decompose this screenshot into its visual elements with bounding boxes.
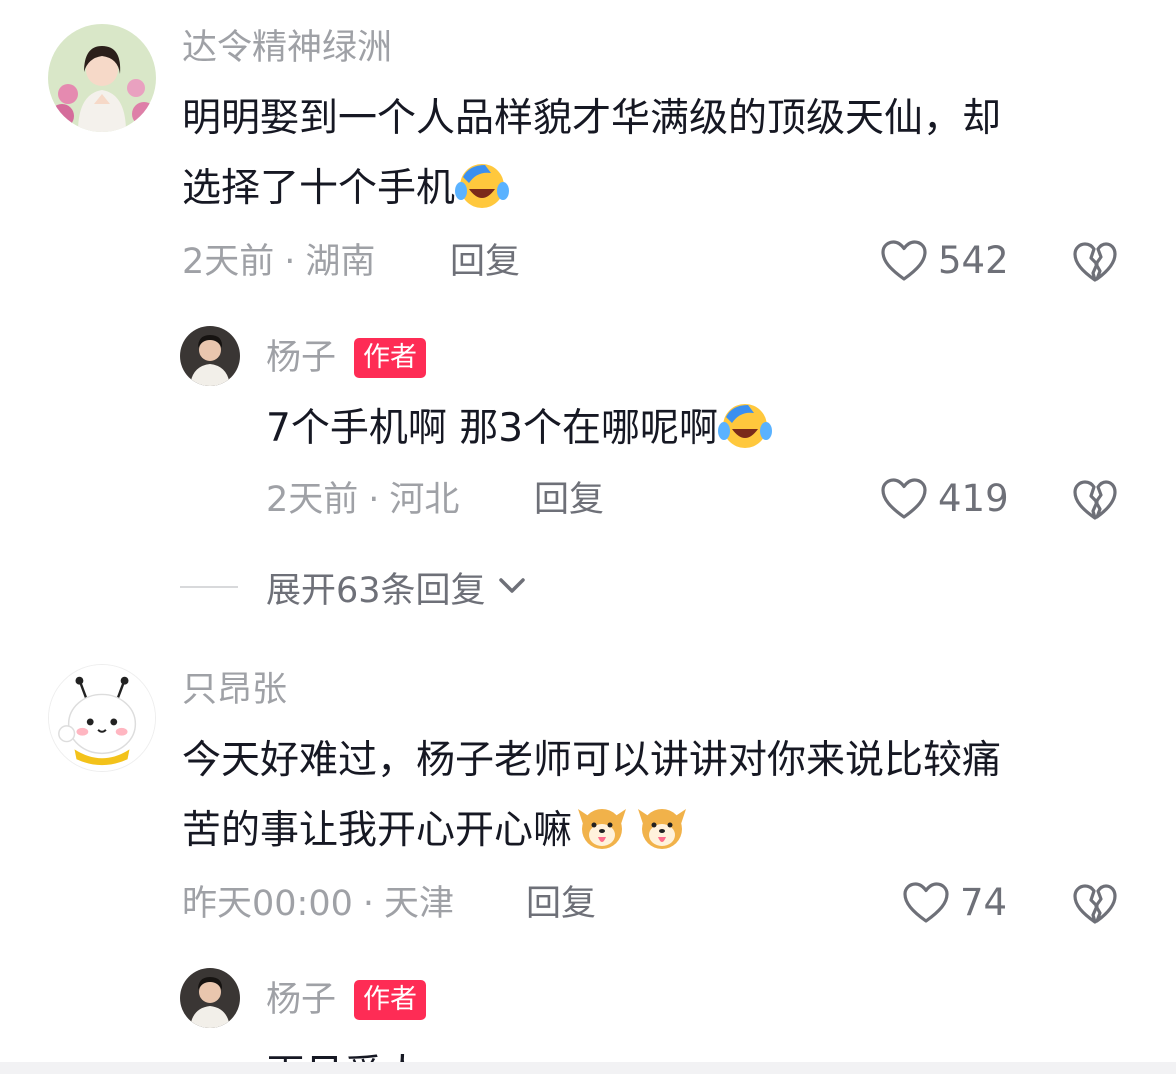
username[interactable]: 只昂张 (182, 668, 287, 712)
shiba-dog-emoji-icon (572, 801, 632, 851)
comment-time: 2天前 (266, 480, 359, 520)
username[interactable]: 杨子 (266, 336, 336, 380)
broken-heart-icon (1072, 882, 1118, 926)
heart-icon (902, 881, 950, 925)
like-button[interactable]: 74 (902, 880, 1007, 926)
heart-icon (880, 239, 928, 283)
comment-time: 2天前 (182, 242, 275, 282)
avatar[interactable] (180, 326, 240, 386)
author-badge: 作者 (354, 338, 426, 378)
comment-location: 天津 (384, 884, 455, 924)
comment-text-line: 选择了十个手机 (182, 154, 1162, 224)
divider (180, 586, 238, 588)
shiba-dog-emoji-icon (632, 801, 692, 851)
separator-dot: · (284, 242, 296, 282)
comment-text-line: 今天好难过，杨子老师可以讲讲对你来说比较痛 (182, 738, 1002, 783)
avatar[interactable] (48, 664, 156, 772)
comment-meta: 昨天00:00 · 天津 (182, 882, 454, 926)
comment-text: 明明娶到一个人品样貌才华满级的顶级天仙，却 选择了十个手机 (182, 84, 1162, 224)
broken-heart-icon (1072, 240, 1118, 284)
comment-text: 今天好难过，杨子老师可以讲讲对你来说比较痛 苦的事让我开心开心嘛 (182, 726, 1162, 866)
username[interactable]: 杨子 (266, 978, 336, 1022)
bottom-bar (0, 1062, 1176, 1074)
avatar[interactable] (180, 968, 240, 1028)
comment-text: 7个手机啊 那3个在哪呢啊 (266, 394, 1146, 464)
reply-button[interactable]: 回复 (526, 882, 596, 926)
comment-text: 再见爱人 (266, 1040, 422, 1062)
like-count: 419 (938, 477, 1009, 520)
comment-text-part: 苦的事让我开心开心嘛 (182, 808, 573, 853)
avatar[interactable] (48, 24, 156, 132)
broken-heart-icon (1072, 478, 1118, 522)
separator-dot: · (362, 884, 375, 924)
comment-text-line: 苦的事让我开心开心嘛 (182, 796, 1162, 866)
like-count: 542 (938, 239, 1009, 282)
dislike-button[interactable] (1072, 478, 1118, 522)
comment-meta: 2天前 · 河北 (266, 478, 459, 522)
author-badge: 作者 (354, 980, 426, 1020)
comment-location: 湖南 (305, 242, 376, 282)
comment-meta: 2天前 · 湖南 (182, 240, 375, 284)
laughing-crying-emoji-icon (455, 159, 510, 209)
comment-time: 昨天00:00 (182, 884, 353, 924)
laughing-crying-emoji-icon (718, 399, 773, 449)
dislike-button[interactable] (1072, 882, 1118, 926)
comment-text-part: 选择了十个手机 (182, 166, 456, 211)
comment-text-part: 7个手机啊 那3个在哪呢啊 (266, 406, 719, 451)
expand-replies-label: 展开63条回复 (266, 570, 486, 611)
like-count: 74 (960, 881, 1008, 924)
chevron-down-icon (486, 573, 528, 601)
separator-dot: · (368, 480, 380, 520)
username[interactable]: 达令精神绿洲 (182, 26, 392, 70)
expand-replies-button[interactable]: 展开63条回复 (180, 564, 528, 611)
comment-text-line: 明明娶到一个人品样貌才华满级的顶级天仙，却 (182, 96, 1002, 141)
comment-location: 河北 (389, 480, 460, 520)
reply-button[interactable]: 回复 (450, 240, 520, 284)
reply-button[interactable]: 回复 (534, 478, 604, 522)
heart-icon (880, 477, 928, 521)
like-button[interactable]: 542 (880, 238, 1009, 284)
like-button[interactable]: 419 (880, 476, 1009, 522)
dislike-button[interactable] (1072, 240, 1118, 284)
